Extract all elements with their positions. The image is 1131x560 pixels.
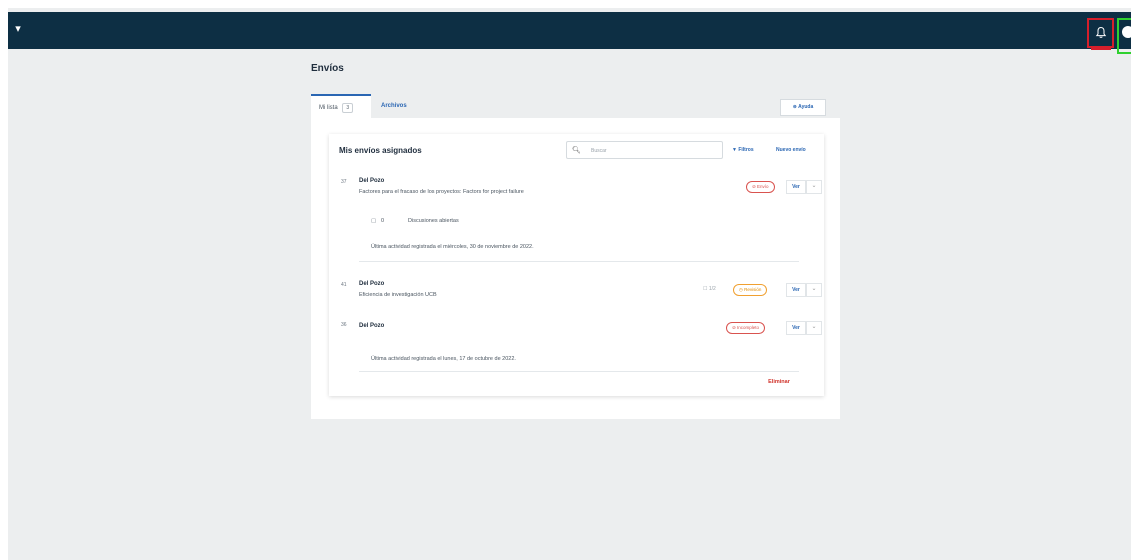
status-badge: ◷ Revisión: [733, 284, 768, 296]
search-icon: 🔍︎: [572, 147, 581, 154]
bell-icon: [1095, 26, 1107, 38]
user-avatar-icon: [1122, 26, 1131, 38]
page-title: Envíos: [311, 63, 344, 74]
submission-author[interactable]: Del Pozo: [359, 323, 384, 329]
view-button[interactable]: Ver: [786, 321, 806, 335]
comment-count: ☐ 1/2: [703, 286, 716, 292]
search-input[interactable]: [589, 142, 718, 160]
new-submission-button[interactable]: Nuevo envío: [776, 147, 806, 153]
more-options-button[interactable]: ⌄: [806, 180, 822, 194]
tab-archived[interactable]: Archivos: [373, 94, 433, 118]
last-activity-text: Última actividad registrada el lunes, 17…: [371, 356, 516, 362]
view-button[interactable]: Ver: [786, 283, 806, 297]
submissions-card: Mis envíos asignados 🔍︎ ▼ Filtros Nuevo …: [329, 134, 824, 396]
tab-panel: Mis envíos asignados 🔍︎ ▼ Filtros Nuevo …: [311, 118, 840, 419]
status-badge: ⊘ Incompleto: [726, 322, 766, 334]
submission-author[interactable]: Del Pozo: [359, 281, 384, 287]
comment-icon: ▢: [371, 218, 377, 224]
status-badge: ⊘ Envío: [746, 181, 775, 193]
discussions-label: Discusiones abiertas: [408, 218, 459, 224]
submission-title[interactable]: Eficiencia de investigación UCB: [359, 292, 437, 298]
card-title: Mis envíos asignados: [339, 146, 422, 155]
submission-author[interactable]: Del Pozo: [359, 178, 384, 184]
submission-id: 41: [341, 282, 347, 288]
submission-id: 36: [341, 322, 347, 328]
delete-button[interactable]: Eliminar: [757, 374, 801, 390]
more-options-button[interactable]: ⌄: [806, 283, 822, 297]
more-options-button[interactable]: ⌄: [806, 321, 822, 335]
discussions-count: 0: [381, 218, 385, 224]
help-button[interactable]: ⊕ Ayuda: [780, 99, 826, 116]
tab-my-list-label: Mi lista: [319, 105, 338, 111]
notifications-highlight-bar: [1091, 47, 1111, 50]
filters-button[interactable]: ▼ Filtros: [732, 147, 754, 153]
tab-my-list-count-badge: 3: [342, 103, 354, 113]
last-activity-text: Última actividad registrada el miércoles…: [371, 244, 534, 250]
submission-id: 37: [341, 179, 347, 185]
user-menu-button[interactable]: [1117, 18, 1131, 54]
divider: [359, 261, 799, 262]
tab-my-list[interactable]: Mi lista 3: [311, 94, 371, 118]
app-frame: ▾ Envíos Mi lista 3 Archivos ⊕ Ayuda Mis…: [8, 8, 1131, 560]
view-button[interactable]: Ver: [786, 180, 806, 194]
menu-toggle-icon[interactable]: ▾: [12, 23, 24, 35]
notifications-bell-button[interactable]: [1087, 18, 1114, 48]
search-box: 🔍︎: [566, 141, 723, 160]
top-navigation-bar: ▾: [8, 12, 1131, 54]
submission-title[interactable]: Factores para el fracaso de los proyecto…: [359, 189, 524, 195]
divider: [359, 371, 799, 372]
